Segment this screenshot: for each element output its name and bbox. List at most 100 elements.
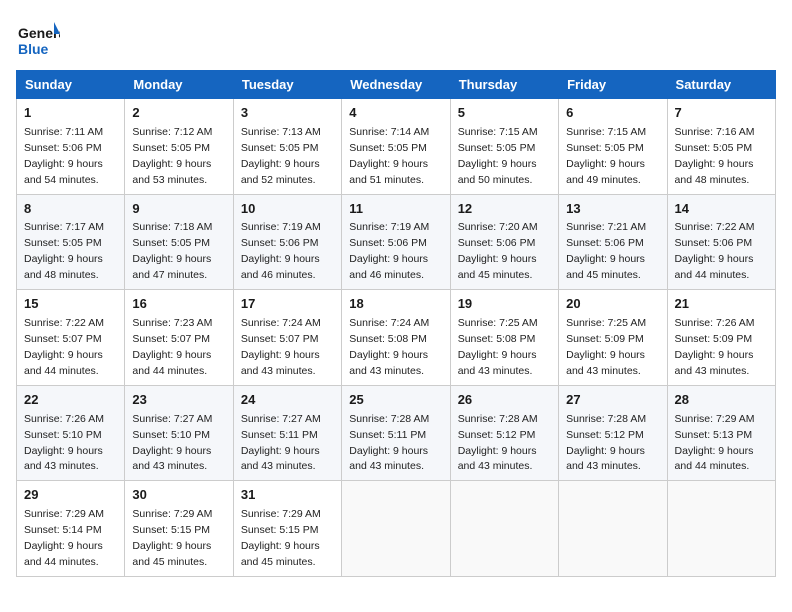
calendar-cell: 24 Sunrise: 7:27 AMSunset: 5:11 PMDaylig…: [233, 385, 341, 481]
day-info: Sunrise: 7:24 AMSunset: 5:08 PMDaylight:…: [349, 317, 429, 377]
calendar-week-5: 29 Sunrise: 7:29 AMSunset: 5:14 PMDaylig…: [17, 481, 776, 577]
day-number: 20: [566, 295, 659, 314]
calendar-header-wednesday: Wednesday: [342, 71, 450, 99]
logo-icon: General Blue: [16, 16, 60, 60]
day-number: 9: [132, 200, 225, 219]
day-info: Sunrise: 7:29 AMSunset: 5:15 PMDaylight:…: [132, 508, 212, 568]
calendar-cell: 15 Sunrise: 7:22 AMSunset: 5:07 PMDaylig…: [17, 290, 125, 386]
day-number: 1: [24, 104, 117, 123]
calendar-cell: 10 Sunrise: 7:19 AMSunset: 5:06 PMDaylig…: [233, 194, 341, 290]
day-info: Sunrise: 7:25 AMSunset: 5:09 PMDaylight:…: [566, 317, 646, 377]
day-number: 8: [24, 200, 117, 219]
day-info: Sunrise: 7:21 AMSunset: 5:06 PMDaylight:…: [566, 221, 646, 281]
calendar-cell: 25 Sunrise: 7:28 AMSunset: 5:11 PMDaylig…: [342, 385, 450, 481]
calendar-cell: 3 Sunrise: 7:13 AMSunset: 5:05 PMDayligh…: [233, 99, 341, 195]
calendar-cell: 1 Sunrise: 7:11 AMSunset: 5:06 PMDayligh…: [17, 99, 125, 195]
calendar-header-monday: Monday: [125, 71, 233, 99]
day-number: 15: [24, 295, 117, 314]
calendar-cell: 7 Sunrise: 7:16 AMSunset: 5:05 PMDayligh…: [667, 99, 775, 195]
calendar-cell: 6 Sunrise: 7:15 AMSunset: 5:05 PMDayligh…: [559, 99, 667, 195]
day-number: 21: [675, 295, 768, 314]
day-number: 16: [132, 295, 225, 314]
day-number: 4: [349, 104, 442, 123]
day-info: Sunrise: 7:23 AMSunset: 5:07 PMDaylight:…: [132, 317, 212, 377]
calendar-cell: 4 Sunrise: 7:14 AMSunset: 5:05 PMDayligh…: [342, 99, 450, 195]
calendar-cell: [342, 481, 450, 577]
day-number: 17: [241, 295, 334, 314]
calendar-cell: 16 Sunrise: 7:23 AMSunset: 5:07 PMDaylig…: [125, 290, 233, 386]
day-info: Sunrise: 7:15 AMSunset: 5:05 PMDaylight:…: [566, 126, 646, 186]
calendar-cell: 9 Sunrise: 7:18 AMSunset: 5:05 PMDayligh…: [125, 194, 233, 290]
day-number: 11: [349, 200, 442, 219]
calendar-cell: 22 Sunrise: 7:26 AMSunset: 5:10 PMDaylig…: [17, 385, 125, 481]
day-info: Sunrise: 7:14 AMSunset: 5:05 PMDaylight:…: [349, 126, 429, 186]
calendar-header-friday: Friday: [559, 71, 667, 99]
calendar-cell: 21 Sunrise: 7:26 AMSunset: 5:09 PMDaylig…: [667, 290, 775, 386]
calendar-cell: 12 Sunrise: 7:20 AMSunset: 5:06 PMDaylig…: [450, 194, 558, 290]
day-number: 18: [349, 295, 442, 314]
calendar-cell: 31 Sunrise: 7:29 AMSunset: 5:15 PMDaylig…: [233, 481, 341, 577]
day-info: Sunrise: 7:29 AMSunset: 5:13 PMDaylight:…: [675, 413, 755, 473]
calendar-cell: 11 Sunrise: 7:19 AMSunset: 5:06 PMDaylig…: [342, 194, 450, 290]
day-info: Sunrise: 7:18 AMSunset: 5:05 PMDaylight:…: [132, 221, 212, 281]
day-number: 3: [241, 104, 334, 123]
day-number: 6: [566, 104, 659, 123]
day-number: 31: [241, 486, 334, 505]
day-number: 28: [675, 391, 768, 410]
day-info: Sunrise: 7:15 AMSunset: 5:05 PMDaylight:…: [458, 126, 538, 186]
day-number: 26: [458, 391, 551, 410]
calendar-cell: [450, 481, 558, 577]
calendar-cell: 19 Sunrise: 7:25 AMSunset: 5:08 PMDaylig…: [450, 290, 558, 386]
day-number: 22: [24, 391, 117, 410]
calendar-week-3: 15 Sunrise: 7:22 AMSunset: 5:07 PMDaylig…: [17, 290, 776, 386]
calendar-week-1: 1 Sunrise: 7:11 AMSunset: 5:06 PMDayligh…: [17, 99, 776, 195]
day-number: 5: [458, 104, 551, 123]
day-info: Sunrise: 7:28 AMSunset: 5:11 PMDaylight:…: [349, 413, 429, 473]
day-info: Sunrise: 7:24 AMSunset: 5:07 PMDaylight:…: [241, 317, 321, 377]
calendar-cell: 23 Sunrise: 7:27 AMSunset: 5:10 PMDaylig…: [125, 385, 233, 481]
calendar-header-thursday: Thursday: [450, 71, 558, 99]
day-info: Sunrise: 7:27 AMSunset: 5:11 PMDaylight:…: [241, 413, 321, 473]
calendar-cell: [667, 481, 775, 577]
day-number: 12: [458, 200, 551, 219]
calendar-cell: [559, 481, 667, 577]
calendar-cell: 8 Sunrise: 7:17 AMSunset: 5:05 PMDayligh…: [17, 194, 125, 290]
day-number: 10: [241, 200, 334, 219]
day-info: Sunrise: 7:26 AMSunset: 5:09 PMDaylight:…: [675, 317, 755, 377]
day-info: Sunrise: 7:29 AMSunset: 5:14 PMDaylight:…: [24, 508, 104, 568]
calendar-cell: 17 Sunrise: 7:24 AMSunset: 5:07 PMDaylig…: [233, 290, 341, 386]
calendar-cell: 29 Sunrise: 7:29 AMSunset: 5:14 PMDaylig…: [17, 481, 125, 577]
calendar-week-4: 22 Sunrise: 7:26 AMSunset: 5:10 PMDaylig…: [17, 385, 776, 481]
day-info: Sunrise: 7:22 AMSunset: 5:06 PMDaylight:…: [675, 221, 755, 281]
day-info: Sunrise: 7:12 AMSunset: 5:05 PMDaylight:…: [132, 126, 212, 186]
calendar-cell: 13 Sunrise: 7:21 AMSunset: 5:06 PMDaylig…: [559, 194, 667, 290]
calendar-cell: 2 Sunrise: 7:12 AMSunset: 5:05 PMDayligh…: [125, 99, 233, 195]
day-info: Sunrise: 7:27 AMSunset: 5:10 PMDaylight:…: [132, 413, 212, 473]
svg-text:General: General: [18, 25, 60, 41]
day-info: Sunrise: 7:13 AMSunset: 5:05 PMDaylight:…: [241, 126, 321, 186]
day-number: 27: [566, 391, 659, 410]
day-number: 13: [566, 200, 659, 219]
calendar-cell: 28 Sunrise: 7:29 AMSunset: 5:13 PMDaylig…: [667, 385, 775, 481]
day-number: 25: [349, 391, 442, 410]
day-info: Sunrise: 7:17 AMSunset: 5:05 PMDaylight:…: [24, 221, 104, 281]
calendar-header-tuesday: Tuesday: [233, 71, 341, 99]
calendar-cell: 5 Sunrise: 7:15 AMSunset: 5:05 PMDayligh…: [450, 99, 558, 195]
day-number: 24: [241, 391, 334, 410]
day-info: Sunrise: 7:22 AMSunset: 5:07 PMDaylight:…: [24, 317, 104, 377]
calendar-table: SundayMondayTuesdayWednesdayThursdayFrid…: [16, 70, 776, 577]
svg-text:Blue: Blue: [18, 41, 49, 57]
calendar-cell: 30 Sunrise: 7:29 AMSunset: 5:15 PMDaylig…: [125, 481, 233, 577]
day-info: Sunrise: 7:29 AMSunset: 5:15 PMDaylight:…: [241, 508, 321, 568]
page-header: General Blue: [16, 16, 776, 60]
calendar-cell: 20 Sunrise: 7:25 AMSunset: 5:09 PMDaylig…: [559, 290, 667, 386]
calendar-header-saturday: Saturday: [667, 71, 775, 99]
day-info: Sunrise: 7:28 AMSunset: 5:12 PMDaylight:…: [458, 413, 538, 473]
day-number: 14: [675, 200, 768, 219]
day-info: Sunrise: 7:19 AMSunset: 5:06 PMDaylight:…: [349, 221, 429, 281]
day-info: Sunrise: 7:20 AMSunset: 5:06 PMDaylight:…: [458, 221, 538, 281]
calendar-cell: 26 Sunrise: 7:28 AMSunset: 5:12 PMDaylig…: [450, 385, 558, 481]
day-info: Sunrise: 7:19 AMSunset: 5:06 PMDaylight:…: [241, 221, 321, 281]
day-number: 29: [24, 486, 117, 505]
day-info: Sunrise: 7:28 AMSunset: 5:12 PMDaylight:…: [566, 413, 646, 473]
